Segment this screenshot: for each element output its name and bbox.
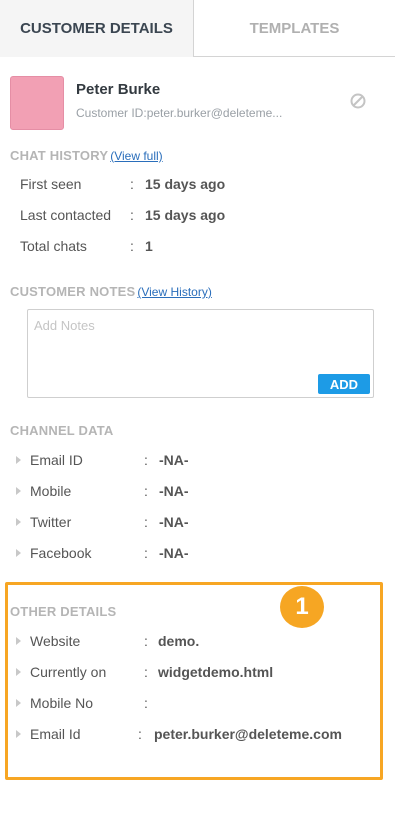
row-label: Total chats	[20, 238, 87, 254]
row-colon: :	[144, 545, 148, 561]
row-value: -NA-	[159, 514, 189, 530]
tab-templates[interactable]: TEMPLATES	[193, 0, 395, 57]
info-row-total-chats: Total chats : 1	[20, 236, 380, 256]
row-label: Mobile	[30, 483, 72, 499]
row-label: First seen	[20, 176, 82, 192]
channel-row-email[interactable]: Email ID : -NA-	[16, 450, 376, 470]
channel-row-facebook[interactable]: Facebook : -NA-	[16, 543, 376, 563]
customer-id-label: Customer ID:	[76, 106, 147, 120]
row-colon: :	[130, 238, 134, 254]
expand-caret-icon	[16, 549, 21, 557]
chat-history-title: CHAT HISTORY (View full)	[10, 148, 163, 163]
highlight-box	[5, 582, 383, 780]
customer-name: Peter Burke	[76, 81, 161, 98]
view-full-link[interactable]: (View full)	[110, 149, 162, 163]
row-colon: :	[144, 514, 148, 530]
block-icon[interactable]	[350, 93, 366, 109]
customer-notes-title: CUSTOMER NOTES (View History)	[10, 284, 212, 299]
expand-caret-icon	[16, 456, 21, 464]
row-value: -NA-	[159, 545, 189, 561]
row-label: Last contacted	[20, 207, 112, 223]
expand-caret-icon	[16, 487, 21, 495]
notes-input[interactable]: Add Notes ADD	[27, 309, 374, 398]
step-marker-badge: 1	[280, 586, 324, 628]
row-colon: :	[130, 207, 134, 223]
channel-row-twitter[interactable]: Twitter : -NA-	[16, 512, 376, 532]
customer-id-value: peter.burker@deleteme...	[146, 106, 283, 120]
row-value: 15 days ago	[145, 207, 226, 223]
add-note-button[interactable]: ADD	[318, 374, 370, 394]
info-row-last-contacted: Last contacted : 15 days ago	[20, 205, 380, 225]
row-label: Email ID	[30, 452, 83, 468]
channel-data-title: CHANNEL DATA	[10, 423, 114, 438]
customer-id: Customer ID:peter.burker@deleteme...	[76, 106, 301, 120]
info-row-first-seen: First seen : 15 days ago	[20, 174, 380, 194]
row-label: Twitter	[30, 514, 72, 530]
row-value: 15 days ago	[145, 176, 226, 192]
chat-history-heading: CHAT HISTORY	[10, 148, 109, 163]
expand-caret-icon	[16, 518, 21, 526]
view-history-link[interactable]: (View History)	[137, 285, 211, 299]
notes-placeholder: Add Notes	[34, 318, 95, 333]
customer-notes-heading: CUSTOMER NOTES	[10, 284, 136, 299]
avatar	[10, 76, 64, 130]
row-value: 1	[145, 238, 153, 254]
row-label: Facebook	[30, 545, 92, 561]
row-value: -NA-	[159, 452, 189, 468]
row-value: -NA-	[159, 483, 189, 499]
row-colon: :	[144, 452, 148, 468]
row-colon: :	[130, 176, 134, 192]
row-colon: :	[144, 483, 148, 499]
tab-customer-details[interactable]: CUSTOMER DETAILS	[0, 0, 193, 57]
channel-row-mobile[interactable]: Mobile : -NA-	[16, 481, 376, 501]
tab-bar: CUSTOMER DETAILS TEMPLATES	[0, 0, 395, 57]
